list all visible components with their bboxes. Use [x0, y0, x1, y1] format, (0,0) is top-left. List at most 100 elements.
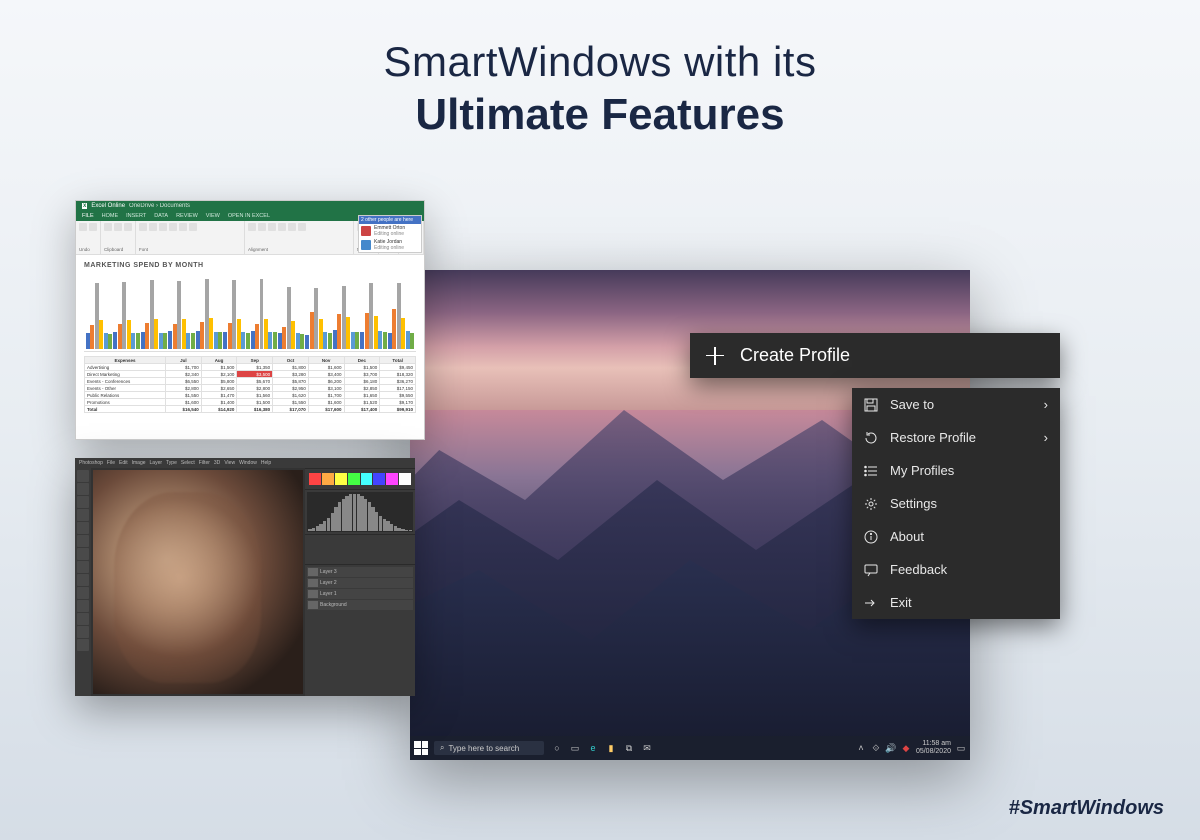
menu-item[interactable]: Type [166, 460, 177, 466]
taskbar-clock[interactable]: 11:58 am 05/08/2020 [916, 740, 951, 755]
menu-item[interactable]: Image [132, 460, 146, 466]
ribbon-tab[interactable]: OPEN IN EXCEL [228, 213, 270, 219]
search-icon: ⌕ [440, 743, 444, 753]
tool-button[interactable] [77, 574, 89, 586]
explorer-icon[interactable]: ▮ [606, 743, 616, 753]
taskbar-search[interactable]: ⌕ Type here to search [434, 741, 544, 755]
menu-item[interactable]: View [224, 460, 235, 466]
ribbon-tab[interactable]: VIEW [206, 213, 220, 219]
panels: Layer 3 Layer 2 Layer 1 Background [305, 468, 415, 696]
start-button[interactable] [414, 741, 428, 755]
data-table: ExpensesJulAugSepOctNovDecTotalAdvertisi… [84, 356, 416, 413]
tool-button[interactable] [77, 587, 89, 599]
presence-user: Emmett OrtonEditing online [359, 224, 421, 238]
chevron-right-icon: › [1044, 397, 1048, 412]
exit-icon [864, 596, 878, 610]
tray-chevron-icon[interactable]: ˄ [856, 743, 866, 753]
swatch[interactable] [348, 473, 360, 485]
menu-item-feedback[interactable]: Feedback [852, 553, 1060, 586]
tool-button[interactable] [77, 496, 89, 508]
swatch[interactable] [309, 473, 321, 485]
menu-item-my-profiles[interactable]: My Profiles [852, 454, 1060, 487]
menu-item[interactable]: Layer [150, 460, 163, 466]
menu-item-restore-profile[interactable]: Restore Profile › [852, 421, 1060, 454]
layer-row[interactable]: Background [307, 600, 413, 610]
excel-doc-name: OneDrive › Documents [129, 203, 190, 209]
swatch[interactable] [361, 473, 373, 485]
taskbar: ⌕ Type here to search ○ ▭ e ▮ ⧉ ✉ ˄ ⟐ 🔊 … [410, 736, 970, 760]
avatar [361, 240, 371, 250]
photoshop-window: Photoshop File Edit Image LayerType Select Fil… [75, 458, 415, 696]
create-profile-label: Create Profile [740, 345, 850, 366]
store-icon[interactable]: ⧉ [624, 743, 634, 753]
swatch[interactable] [399, 473, 411, 485]
menu-item-label: Restore Profile [890, 430, 976, 445]
menu-item-label: My Profiles [890, 463, 954, 478]
gear-icon [864, 497, 878, 511]
layer-row[interactable]: Layer 1 [307, 589, 413, 599]
task-view-icon[interactable]: ▭ [570, 743, 580, 753]
edge-icon[interactable]: e [588, 743, 598, 753]
menu-item-settings[interactable]: Settings [852, 487, 1060, 520]
ribbon-tab[interactable]: FILE [82, 213, 94, 219]
menu-item-exit[interactable]: Exit [852, 586, 1060, 619]
plus-icon [706, 347, 724, 365]
tool-button[interactable] [77, 639, 89, 651]
page-heading: SmartWindows with its Ultimate Features [0, 0, 1200, 140]
layer-row[interactable]: Layer 2 [307, 578, 413, 588]
cortana-icon[interactable]: ○ [552, 743, 562, 753]
swatch[interactable] [386, 473, 398, 485]
menu-item[interactable]: Photoshop [79, 460, 103, 466]
tool-button[interactable] [77, 600, 89, 612]
menu-item[interactable]: Edit [119, 460, 128, 466]
ribbon-tab[interactable]: INSERT [126, 213, 146, 219]
clock-date: 05/08/2020 [916, 748, 951, 756]
presence-user: Katie JordanEditing online [359, 238, 421, 252]
tool-button[interactable] [77, 535, 89, 547]
heading-line-2: Ultimate Features [0, 90, 1200, 140]
tray-network-icon[interactable]: ⟐ [871, 743, 881, 753]
action-center-icon[interactable]: ▭ [956, 743, 966, 753]
menu-item[interactable]: File [107, 460, 115, 466]
layer-row[interactable]: Layer 3 [307, 567, 413, 577]
menu-item[interactable]: Help [261, 460, 271, 466]
menu-item-label: Feedback [890, 562, 947, 577]
tool-button[interactable] [77, 561, 89, 573]
hashtag: #SmartWindows [1009, 797, 1164, 820]
tool-button[interactable] [77, 548, 89, 560]
menu-item-about[interactable]: About [852, 520, 1060, 553]
tray-app-icon[interactable]: ◆ [901, 743, 911, 753]
menu-item[interactable]: Select [181, 460, 195, 466]
excel-window: x Excel Online OneDrive › Documents FILE… [75, 200, 425, 440]
tray-volume-icon[interactable]: 🔊 [886, 743, 896, 753]
menu-item-label: About [890, 529, 924, 544]
restore-icon [864, 431, 878, 445]
ribbon-tab[interactable]: HOME [102, 213, 119, 219]
menu-item-save-to[interactable]: Save to › [852, 388, 1060, 421]
tool-button[interactable] [77, 509, 89, 521]
search-placeholder: Type here to search [448, 744, 519, 753]
menu-item-label: Save to [890, 397, 934, 412]
create-profile-button[interactable]: Create Profile [690, 333, 1060, 378]
swatch[interactable] [335, 473, 347, 485]
swatch[interactable] [373, 473, 385, 485]
swatch[interactable] [322, 473, 334, 485]
menu-item[interactable]: Window [239, 460, 257, 466]
tool-button[interactable] [77, 522, 89, 534]
menu-item[interactable]: Filter [199, 460, 210, 466]
ribbon-tab[interactable]: REVIEW [176, 213, 198, 219]
menu-item-label: Settings [890, 496, 937, 511]
tool-button[interactable] [77, 483, 89, 495]
tool-button[interactable] [77, 470, 89, 482]
canvas[interactable] [93, 470, 303, 694]
menu-item[interactable]: 3D [214, 460, 220, 466]
photoshop-menubar: Photoshop File Edit Image LayerType Select Fil… [75, 458, 415, 468]
presence-header: 2 other people are here [359, 216, 421, 224]
tool-button[interactable] [77, 626, 89, 638]
tool-palette [75, 468, 91, 696]
feedback-icon [864, 563, 878, 577]
mail-icon[interactable]: ✉ [642, 743, 652, 753]
tool-button[interactable] [77, 613, 89, 625]
ribbon-tab[interactable]: DATA [154, 213, 168, 219]
save-icon [864, 398, 878, 412]
